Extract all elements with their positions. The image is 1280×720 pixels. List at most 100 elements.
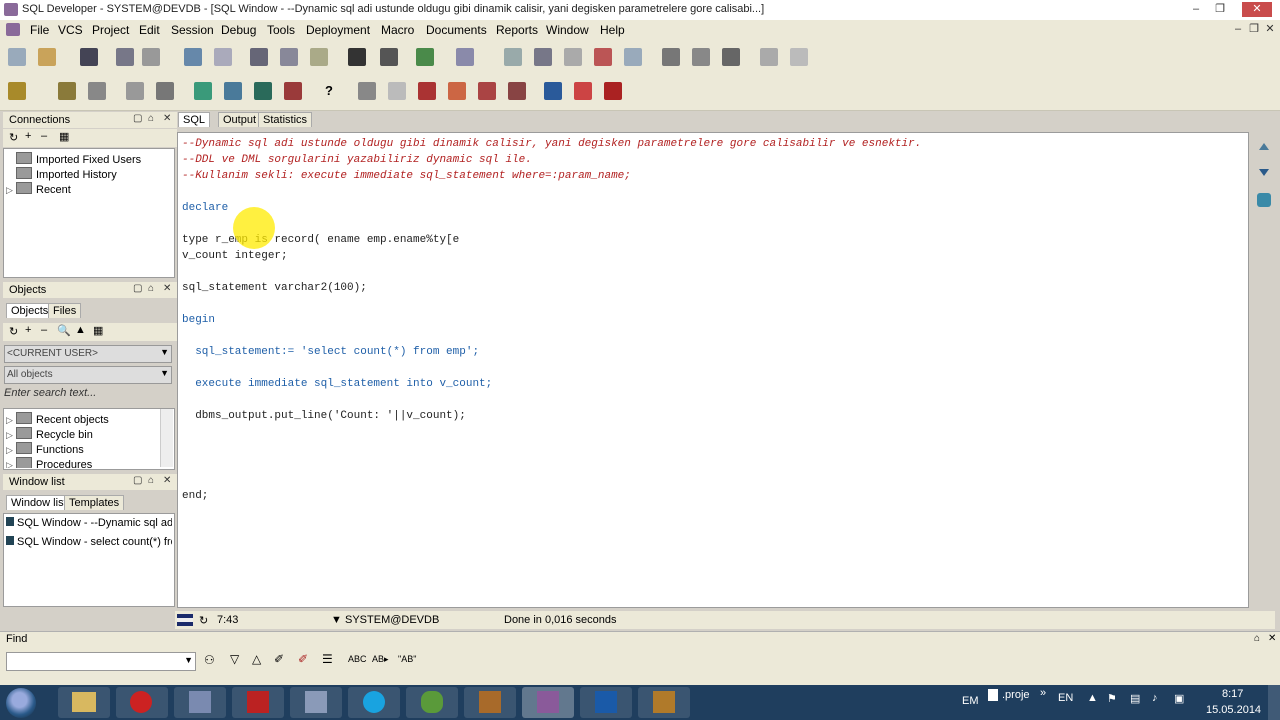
paste-icon[interactable] — [310, 48, 328, 66]
taskbar-pdf[interactable] — [232, 687, 284, 718]
arrow-right-blue-icon[interactable] — [544, 82, 562, 100]
sync-icon[interactable]: ↻ — [199, 614, 208, 627]
binoculars-icon[interactable]: ⚇ — [204, 653, 215, 667]
help-icon[interactable]: ? — [320, 82, 338, 100]
menu-app-icon[interactable] — [6, 23, 20, 36]
new-icon[interactable] — [8, 48, 26, 66]
code-line[interactable]: sql_statement:= 'select count(*) from em… — [182, 344, 479, 360]
menu-help[interactable]: Help — [600, 23, 625, 37]
cut-icon[interactable] — [250, 48, 268, 66]
window-list-icon[interactable] — [760, 48, 778, 66]
taskbar-media[interactable] — [638, 687, 690, 718]
debug-icon[interactable] — [358, 82, 376, 100]
comment-icon[interactable] — [594, 48, 612, 66]
properties-icon[interactable]: ▦ — [59, 130, 69, 143]
chevron-right-icon[interactable]: » — [1040, 687, 1046, 699]
menu-deployment[interactable]: Deployment — [306, 23, 370, 37]
tree-item-imported-history[interactable]: Imported History — [6, 167, 117, 181]
clock-time[interactable]: 8:17 — [1222, 688, 1243, 700]
tab-templates[interactable]: Templates — [64, 495, 125, 510]
refresh-icon[interactable]: ↻ — [9, 325, 18, 338]
menu-macro[interactable]: Macro — [381, 23, 414, 37]
stop-debug-icon[interactable] — [604, 82, 622, 100]
tab-files[interactable]: Files — [48, 303, 82, 318]
panel-close-icon[interactable]: ✕ — [163, 113, 171, 124]
arrow-down-icon[interactable] — [1257, 168, 1271, 178]
taskbar-outlook[interactable] — [580, 687, 632, 718]
regex-icon[interactable]: "AB" — [398, 654, 416, 664]
minimize-icon[interactable]: – — [1186, 2, 1206, 17]
chevron-down-icon[interactable]: ▼ — [331, 614, 342, 626]
replace-icon[interactable] — [380, 48, 398, 66]
print-icon[interactable] — [116, 48, 134, 66]
save-icon[interactable] — [80, 48, 98, 66]
explain-icon[interactable] — [284, 82, 302, 100]
tree-item-functions[interactable]: ▷ Functions — [6, 442, 84, 456]
stop-icon[interactable] — [156, 82, 174, 100]
tab-output[interactable]: Output — [218, 112, 262, 127]
input-language[interactable]: EN — [1058, 692, 1073, 704]
clock-date[interactable]: 15.05.2014 — [1206, 704, 1261, 716]
pen-icon[interactable] — [88, 82, 106, 100]
redo-icon[interactable] — [214, 48, 232, 66]
outdent-icon[interactable] — [564, 48, 582, 66]
window-arrange-icon[interactable] — [722, 48, 740, 66]
breakpoint-icon[interactable] — [388, 82, 406, 100]
taskbar-frog[interactable] — [406, 687, 458, 718]
code-line[interactable]: --Kullanim sekli: execute immediate sql_… — [182, 168, 631, 184]
filter-icon[interactable]: ▲ — [75, 324, 86, 336]
tab-sql[interactable]: SQL — [178, 112, 211, 127]
menu-documents[interactable]: Documents — [426, 23, 487, 37]
pin-icon[interactable]: ⌂ — [148, 283, 154, 294]
add-icon[interactable]: + — [25, 130, 31, 142]
connect-icon[interactable] — [8, 82, 26, 100]
code-line[interactable]: begin — [182, 312, 215, 328]
undo-icon[interactable] — [184, 48, 202, 66]
menu-tools[interactable]: Tools — [267, 23, 295, 37]
menu-file[interactable]: File — [30, 23, 49, 37]
object-search-input[interactable]: Enter search text... — [4, 387, 172, 403]
case-sensitive-icon[interactable]: ABC — [348, 654, 367, 664]
find-input[interactable]: ▼ — [6, 652, 196, 671]
menu-project[interactable]: Project — [92, 23, 129, 37]
binoculars-icon[interactable]: 🔍 — [57, 324, 71, 337]
pin-icon[interactable]: ⌂ — [148, 113, 154, 124]
flag-tray-icon[interactable]: ⚑ — [1107, 692, 1117, 705]
doc-label[interactable]: .proje — [1002, 689, 1030, 701]
window-tile-icon[interactable] — [662, 48, 680, 66]
find-close-icon[interactable]: ✕ — [1268, 633, 1276, 644]
tree-item-recent-objects[interactable]: ▷ Recent objects — [6, 412, 109, 426]
properties-icon[interactable]: ▦ — [93, 324, 103, 337]
step-out-icon[interactable] — [508, 82, 526, 100]
rollback-icon[interactable] — [254, 82, 272, 100]
menu-session[interactable]: Session — [171, 23, 214, 37]
objects-scrollbar[interactable] — [160, 409, 173, 467]
open-icon[interactable] — [38, 48, 56, 66]
show-desktop-button[interactable] — [1268, 685, 1280, 720]
taskbar-app-box-2[interactable] — [290, 687, 342, 718]
export-icon[interactable] — [456, 48, 474, 66]
chevron-down-icon[interactable]: ▼ — [184, 655, 193, 665]
mdi-close-icon[interactable]: ✕ — [1260, 22, 1280, 37]
close-icon[interactable]: ✕ — [1242, 2, 1272, 17]
remove-icon[interactable]: – — [41, 324, 47, 336]
code-line[interactable]: v_count integer; — [182, 248, 288, 264]
pin-icon[interactable]: ⌂ — [1254, 633, 1260, 644]
tab-statistics[interactable]: Statistics — [258, 112, 313, 127]
tree-item-recycle-bin[interactable]: ▷ Recycle bin — [6, 427, 93, 441]
code-line[interactable]: execute immediate sql_statement into v_c… — [182, 376, 492, 392]
taskbar-opera[interactable] — [116, 687, 168, 718]
menu-vcs[interactable]: VCS — [58, 23, 83, 37]
panel-restore-icon[interactable]: ▢ — [133, 475, 142, 486]
arrow-up-icon[interactable] — [1257, 142, 1271, 152]
code-line[interactable]: --Dynamic sql adi ustunde oldugu gibi di… — [182, 136, 921, 152]
execute-icon[interactable] — [126, 82, 144, 100]
refresh-icon[interactable]: ↻ — [9, 131, 18, 144]
arrow-right-red-icon[interactable] — [574, 82, 592, 100]
volume-icon[interactable]: ♪ — [1152, 692, 1158, 704]
restore-icon[interactable]: ❐ — [1210, 2, 1230, 17]
database-icon[interactable] — [1257, 193, 1271, 207]
tree-item-procedures[interactable]: ▷ Procedures — [6, 457, 92, 468]
taskbar-game[interactable] — [464, 687, 516, 718]
pin-icon[interactable]: ⌂ — [148, 475, 154, 486]
